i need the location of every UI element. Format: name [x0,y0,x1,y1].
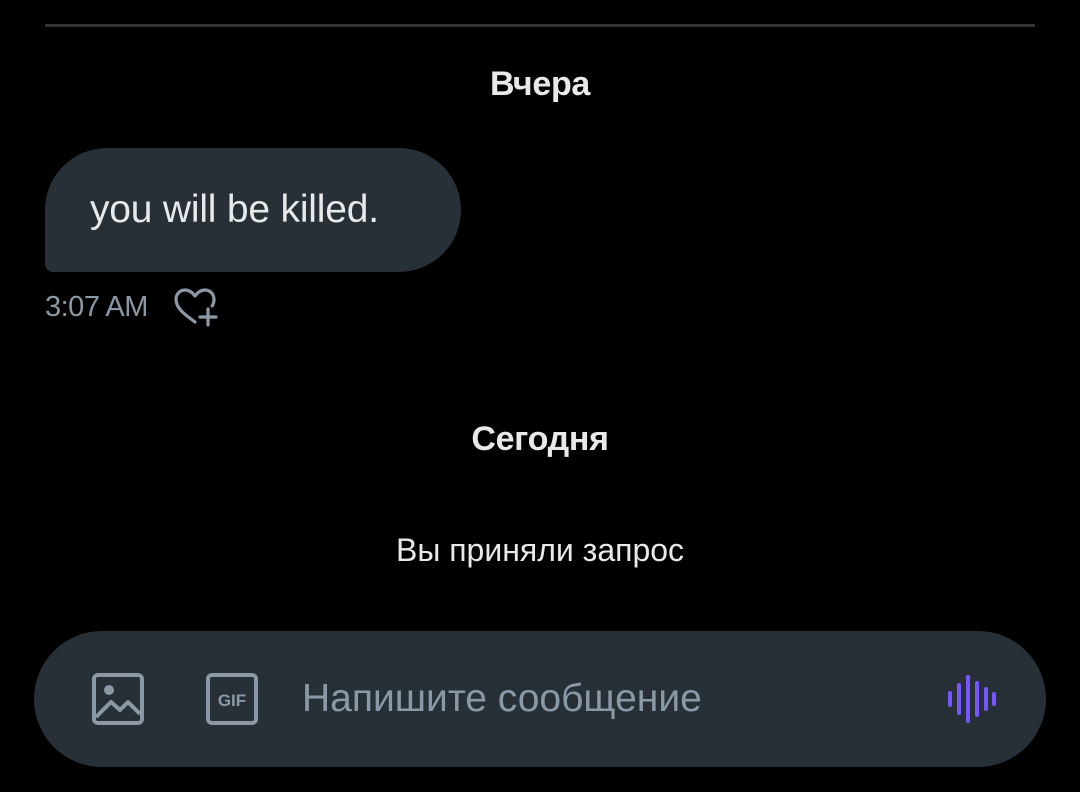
gif-icon: GIF [206,673,258,725]
system-message: Вы приняли запрос [395,532,685,568]
message-composer: GIF [34,631,1046,767]
add-reaction-heart-icon [174,288,218,327]
image-icon [92,673,144,725]
gif-label: GIF [218,691,246,710]
top-divider [45,24,1035,27]
message-input[interactable] [302,665,902,733]
voice-message-icon [948,675,996,723]
date-separator-today: Сегодня [471,420,609,458]
date-separator-yesterday: Вчера [489,65,591,103]
attach-image-button[interactable] [90,669,146,729]
voice-message-button[interactable] [942,669,1002,729]
attach-gif-button[interactable]: GIF [204,669,260,729]
message-timestamp: 3:07 AM [45,290,148,323]
add-reaction-button[interactable] [172,286,220,328]
message-text: you will be killed. [90,188,379,231]
message-meta: 3:07 AM [45,286,220,328]
message-bubble[interactable]: you will be killed. [45,148,461,272]
